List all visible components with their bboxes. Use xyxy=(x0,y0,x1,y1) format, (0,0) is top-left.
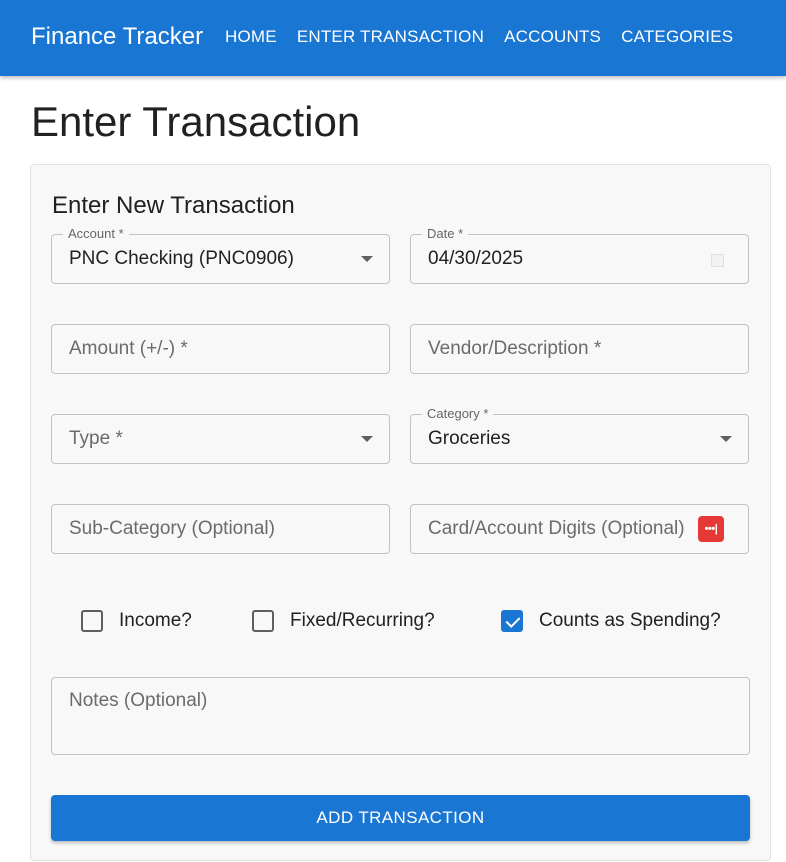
add-transaction-button[interactable]: ADD TRANSACTION xyxy=(51,795,750,841)
category-value: Groceries xyxy=(428,428,511,449)
amount-placeholder: Amount (+/-) * xyxy=(69,338,188,359)
counts-as-spending-checkbox[interactable]: Counts as Spending? xyxy=(501,609,721,633)
date-field[interactable]: Date * 04/30/2025 xyxy=(410,225,749,284)
nav-home[interactable]: HOME xyxy=(215,25,287,49)
checkbox-checked-icon[interactable] xyxy=(501,610,523,632)
account-value: PNC Checking (PNC0906) xyxy=(69,248,294,269)
income-label: Income? xyxy=(119,610,192,631)
vendor-field[interactable]: Vendor/Description * xyxy=(410,324,749,374)
date-value: 04/30/2025 xyxy=(428,248,524,269)
form-title: Enter New Transaction xyxy=(52,192,295,219)
calendar-icon[interactable] xyxy=(711,254,724,267)
checkbox-row: Income? Fixed/Recurring? Counts as Spend… xyxy=(31,609,772,633)
notes-placeholder: Notes (Optional) xyxy=(69,690,208,711)
fixed-recurring-checkbox[interactable]: Fixed/Recurring? xyxy=(252,609,435,633)
nav-categories[interactable]: CATEGORIES xyxy=(611,25,743,49)
nav-enter-transaction[interactable]: ENTER TRANSACTION xyxy=(287,25,494,49)
category-label: Category * xyxy=(422,405,494,423)
chevron-down-icon xyxy=(720,436,732,442)
checkbox-unchecked-icon[interactable] xyxy=(81,610,103,632)
main-nav: HOME ENTER TRANSACTION ACCOUNTS CATEGORI… xyxy=(215,25,743,49)
nav-accounts[interactable]: ACCOUNTS xyxy=(494,25,611,49)
type-placeholder: Type * xyxy=(69,428,123,449)
password-manager-icon[interactable]: •••| xyxy=(698,516,724,542)
card-digits-placeholder: Card/Account Digits (Optional) xyxy=(428,518,685,539)
counts-as-spending-label: Counts as Spending? xyxy=(539,610,721,631)
card-digits-field[interactable]: Card/Account Digits (Optional) •••| xyxy=(410,504,749,554)
app-title[interactable]: Finance Tracker xyxy=(31,22,203,52)
subcategory-placeholder: Sub-Category (Optional) xyxy=(69,518,275,539)
amount-field[interactable]: Amount (+/-) * xyxy=(51,324,390,374)
chevron-down-icon xyxy=(361,256,373,262)
vendor-placeholder: Vendor/Description * xyxy=(428,338,602,359)
account-select[interactable]: Account * PNC Checking (PNC0906) xyxy=(51,225,390,284)
date-label: Date * xyxy=(422,225,469,243)
type-select[interactable]: Type * xyxy=(51,414,390,464)
notes-textarea[interactable]: Notes (Optional) xyxy=(51,677,750,755)
income-checkbox[interactable]: Income? xyxy=(81,609,192,633)
app-bar: Finance Tracker HOME ENTER TRANSACTION A… xyxy=(0,0,786,76)
checkbox-unchecked-icon[interactable] xyxy=(252,610,274,632)
chevron-down-icon xyxy=(361,436,373,442)
transaction-form-card: Enter New Transaction Account * PNC Chec… xyxy=(30,164,771,861)
category-select[interactable]: Category * Groceries xyxy=(410,405,749,464)
subcategory-field[interactable]: Sub-Category (Optional) xyxy=(51,504,390,554)
fixed-recurring-label: Fixed/Recurring? xyxy=(290,610,435,631)
account-label: Account * xyxy=(63,225,129,243)
page-title: Enter Transaction xyxy=(31,98,361,145)
